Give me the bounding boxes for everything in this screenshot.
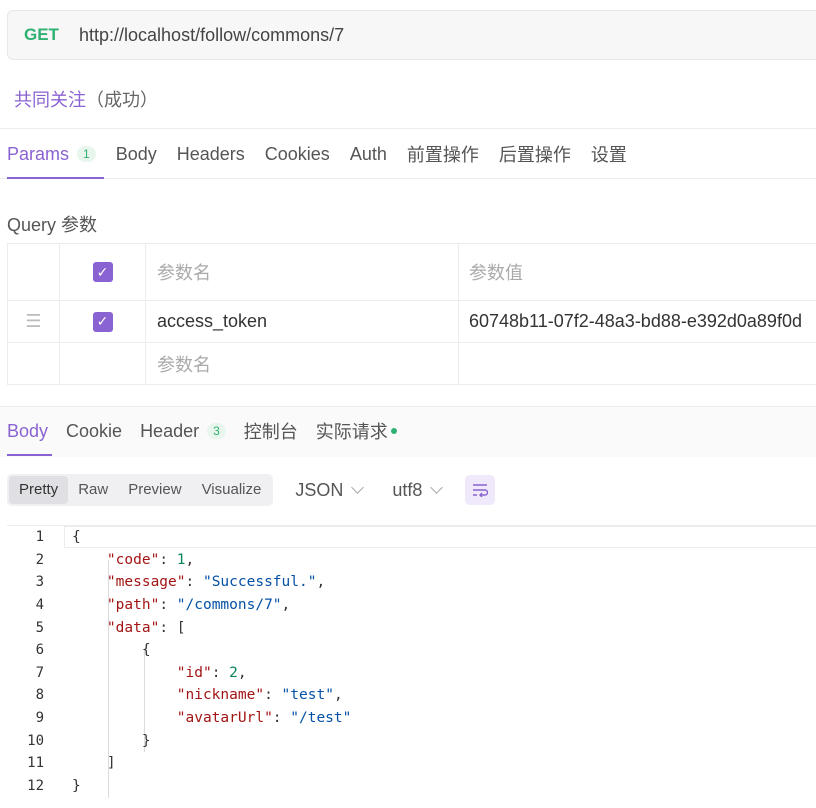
response-body-editor[interactable]: 1{ 2 "code": 1, 3 "message": "Successful… <box>7 525 816 808</box>
param-name-input[interactable]: access_token <box>145 301 458 342</box>
request-name-label[interactable]: 共同关注 <box>14 90 86 110</box>
code-line: 9 "avatarUrl": "/test" <box>35 710 352 727</box>
code-line: 11 ] <box>27 755 116 772</box>
tab-response-body[interactable]: Body <box>7 406 53 456</box>
view-mode-pretty[interactable]: Pretty <box>9 476 69 504</box>
new-param-value-input[interactable] <box>458 343 816 384</box>
response-tabs: Body Cookie Header 3 控制台 实际请求 <box>7 406 415 456</box>
params-count-badge: 1 <box>77 146 96 162</box>
code-line: 1{ <box>35 529 81 546</box>
code-line: 3 "message": "Successful.", <box>35 574 326 591</box>
tab-cookies[interactable]: Cookies <box>265 129 330 179</box>
view-mode-raw[interactable]: Raw <box>68 476 118 504</box>
tab-post-request[interactable]: 后置操作 <box>499 129 571 179</box>
tab-console[interactable]: 控制台 <box>244 406 298 456</box>
status-dot-icon <box>390 428 397 434</box>
code-line: 7 "id": 2, <box>35 664 247 681</box>
tab-response-header[interactable]: Header 3 <box>140 406 226 456</box>
code-line: 6 { <box>35 642 151 659</box>
code-line: 8 "nickname": "test", <box>35 687 343 704</box>
table-row: ☰ ✓ access_token 60748b11-07f2-48a3-bd88… <box>7 301 816 343</box>
tab-auth[interactable]: Auth <box>350 129 387 179</box>
table-header-row: ✓ 参数名 参数值 <box>7 244 816 301</box>
chevron-down-icon <box>430 481 444 494</box>
response-toolbar: Pretty Raw Preview Visualize JSON utf8 <box>7 474 496 506</box>
query-params-table: ✓ 参数名 参数值 ☰ ✓ access_token 60748b11-07f2… <box>7 243 816 385</box>
code-line: 5 "data": [ <box>35 619 186 636</box>
new-param-name-input[interactable]: 参数名 <box>145 343 458 384</box>
view-mode-preview[interactable]: Preview <box>118 476 191 504</box>
query-params-title: Query 参数 <box>7 215 98 235</box>
word-wrap-button[interactable] <box>465 475 496 505</box>
table-row-empty: 参数名 <box>7 343 816 385</box>
format-dropdown[interactable]: JSON <box>295 480 365 501</box>
http-method[interactable]: GET <box>24 25 79 45</box>
request-status: （成功） <box>86 90 158 110</box>
tab-params[interactable]: Params 1 <box>7 129 104 179</box>
tab-body[interactable]: Body <box>116 129 157 179</box>
view-mode-switch: Pretty Raw Preview Visualize <box>7 474 274 506</box>
code-line: 10 } <box>27 732 151 749</box>
row-checkbox[interactable]: ✓ <box>92 311 113 332</box>
select-all-checkbox[interactable]: ✓ <box>92 262 113 282</box>
param-value-input[interactable]: 60748b11-07f2-48a3-bd88-e392d0a89f0d <box>458 301 816 342</box>
param-name-header: 参数名 <box>145 244 458 300</box>
code-line: 2 "code": 1, <box>35 551 195 568</box>
request-name: 共同关注（成功） <box>14 86 158 112</box>
drag-handle-icon[interactable]: ☰ <box>25 311 41 332</box>
code-line: 4 "path": "/commons/7", <box>35 597 291 614</box>
tab-pre-request[interactable]: 前置操作 <box>407 129 479 179</box>
tab-response-cookie[interactable]: Cookie <box>66 406 122 456</box>
tab-settings[interactable]: 设置 <box>591 129 627 179</box>
encoding-dropdown[interactable]: utf8 <box>392 480 444 501</box>
code-line: 12} <box>27 777 81 794</box>
header-count-badge: 3 <box>207 423 226 439</box>
chevron-down-icon <box>351 481 365 494</box>
request-url[interactable]: http://localhost/follow/commons/7 <box>79 25 344 46</box>
request-tabs: Params 1 Body Headers Cookies Auth 前置操作 后… <box>7 129 647 179</box>
url-bar[interactable]: GET http://localhost/follow/commons/7 <box>7 10 816 60</box>
wrap-icon <box>473 484 489 497</box>
view-mode-visualize[interactable]: Visualize <box>192 476 272 504</box>
param-value-header: 参数值 <box>458 244 816 300</box>
tab-actual-request[interactable]: 实际请求 <box>316 406 397 456</box>
tab-headers[interactable]: Headers <box>177 129 245 179</box>
